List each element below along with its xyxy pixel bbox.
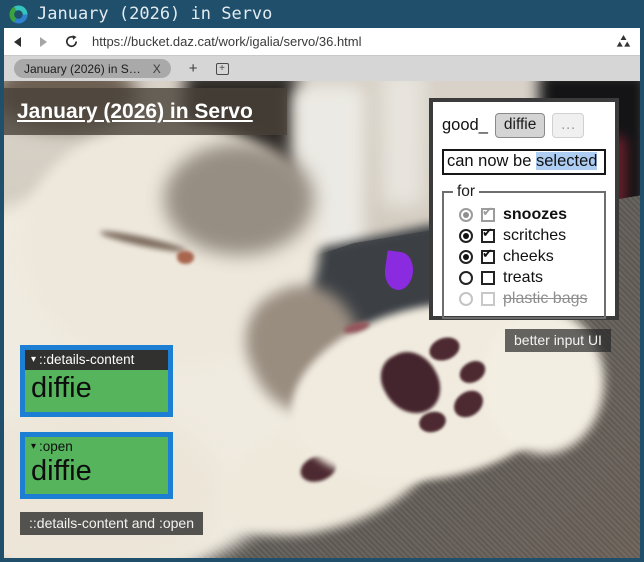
radio-plastic-bags[interactable]: [459, 292, 473, 306]
details-content: diffie: [25, 454, 168, 494]
triangle-down-icon: ▾: [31, 354, 36, 365]
input-text-selected: selected: [536, 152, 597, 170]
browser-window: January (2026) in Servo https://bucket.d…: [0, 0, 644, 562]
option-row-scritches: scritches: [459, 226, 598, 245]
back-button[interactable]: [4, 37, 30, 47]
menu-button[interactable]: [606, 35, 640, 49]
option-row-plastic-bags: plastic bags: [459, 289, 598, 308]
reload-icon: [64, 34, 79, 49]
new-tab-button[interactable]: +: [189, 61, 198, 76]
input-demo-row: good_ diffie …: [442, 113, 606, 138]
checkbox-cheeks[interactable]: [481, 250, 495, 264]
details-content-box: ▾::details-content diffie: [20, 345, 173, 417]
url-bar[interactable]: https://bucket.daz.cat/work/igalia/servo…: [92, 34, 606, 49]
details-summary[interactable]: ▾::details-content: [25, 350, 168, 370]
checkbox-scritches[interactable]: [481, 229, 495, 243]
photo-cat-nose: [177, 251, 194, 264]
page-title: January (2026) in Servo: [4, 88, 287, 135]
text-input[interactable]: can now be selected: [442, 149, 606, 175]
back-icon: [14, 37, 21, 47]
details-summary-label: ::details-content: [39, 352, 134, 367]
details-caption: ::details-content and :open: [20, 512, 203, 535]
option-label-treats: treats: [503, 269, 543, 287]
option-label-plastic-bags: plastic bags: [503, 290, 588, 308]
radio-scritches[interactable]: [459, 229, 473, 243]
window-title: January (2026) in Servo: [37, 4, 272, 24]
diffie-button[interactable]: diffie: [495, 113, 545, 138]
details-summary[interactable]: ▾:open: [25, 437, 168, 454]
for-fieldset: for snoozes scritches cheeks: [442, 183, 606, 319]
option-row-cheeks: cheeks: [459, 247, 598, 266]
reload-button[interactable]: [56, 34, 86, 49]
input-text: can now be: [447, 152, 536, 170]
fieldset-legend: for: [453, 183, 479, 201]
checkbox-plastic-bags[interactable]: [481, 292, 495, 306]
triangle-down-icon: ▾: [31, 441, 36, 452]
tab-january-2026[interactable]: January (2026) in S… X: [14, 59, 171, 78]
details-content: diffie: [25, 370, 168, 412]
titlebar: January (2026) in Servo: [0, 0, 644, 28]
forward-icon: [40, 37, 47, 47]
trefoil-menu-icon: [616, 35, 631, 49]
option-row-snoozes: snoozes: [459, 205, 598, 224]
radio-treats[interactable]: [459, 271, 473, 285]
tab-close-button[interactable]: X: [153, 62, 161, 76]
text-prefix: good_: [442, 116, 488, 135]
ellipsis-button[interactable]: …: [552, 113, 584, 138]
option-label-scritches: scritches: [503, 227, 566, 245]
input-ui-caption: better input UI: [505, 329, 611, 352]
radio-snoozes[interactable]: [459, 208, 473, 222]
photo-cat-head-markings: [164, 143, 314, 255]
page-viewport: January (2026) in Servo good_ diffie … c…: [4, 81, 640, 558]
details-summary-label: :open: [39, 439, 73, 454]
tab-title: January (2026) in S…: [24, 62, 141, 76]
toolbar: https://bucket.daz.cat/work/igalia/servo…: [4, 28, 640, 56]
new-window-button[interactable]: +: [216, 63, 229, 75]
checkbox-treats[interactable]: [481, 271, 495, 285]
forward-button[interactable]: [30, 37, 56, 47]
option-row-treats: treats: [459, 268, 598, 287]
option-label-cheeks: cheeks: [503, 248, 554, 266]
new-window-plus-icon: +: [219, 64, 225, 74]
photo-post: [382, 81, 424, 206]
checkbox-snoozes[interactable]: [481, 208, 495, 222]
option-label-snoozes: snoozes: [503, 206, 567, 224]
servo-logo-icon: [9, 5, 28, 24]
radio-cheeks[interactable]: [459, 250, 473, 264]
tabbar: January (2026) in S… X + +: [4, 56, 640, 81]
details-open-box: ▾:open diffie: [20, 432, 173, 499]
input-demo-panel: good_ diffie … can now be selected for s…: [429, 98, 619, 320]
